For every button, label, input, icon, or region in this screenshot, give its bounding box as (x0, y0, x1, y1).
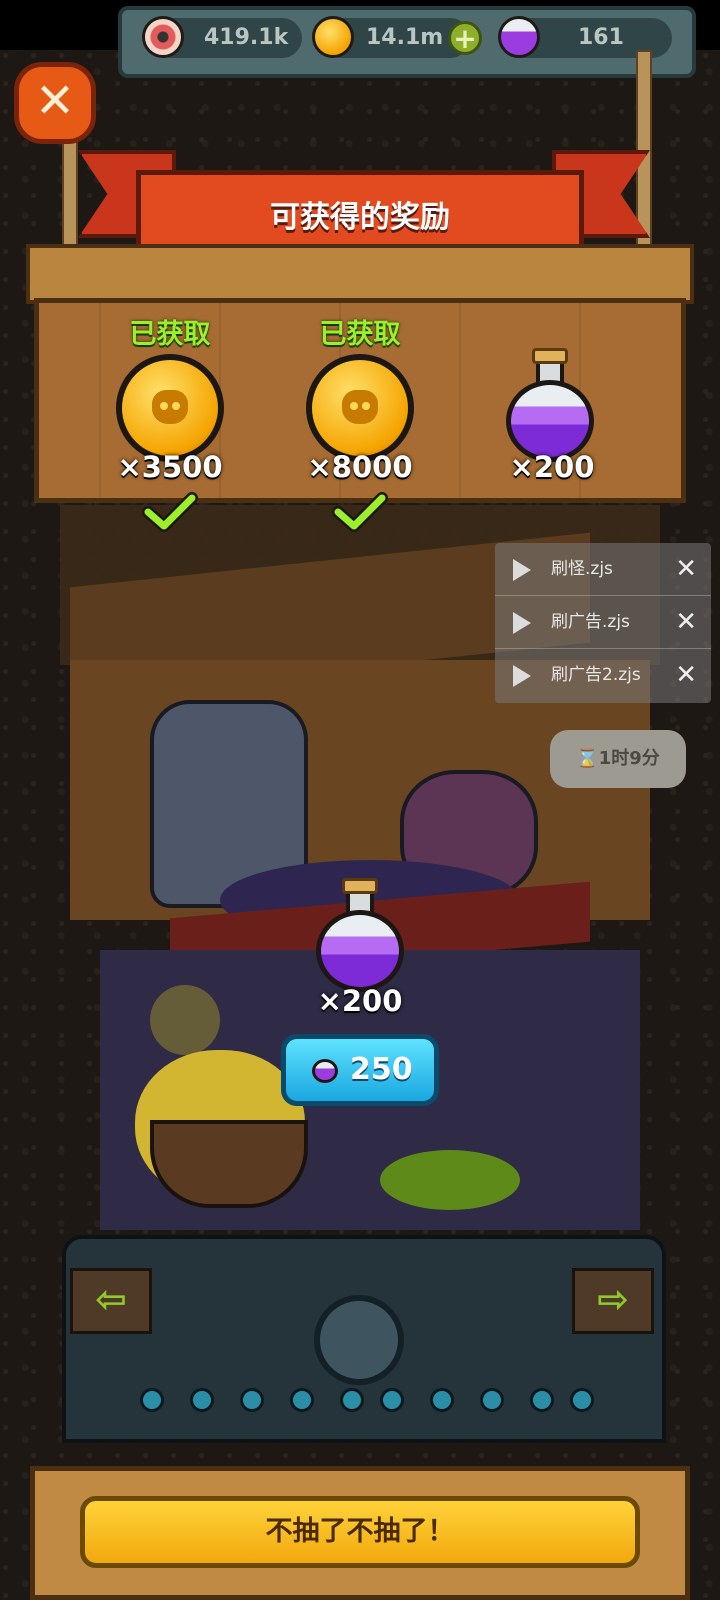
script-item[interactable]: 刷广告2.zjs ✕ (495, 649, 711, 701)
potion-icon (498, 16, 540, 58)
potion-value: 161 (578, 25, 624, 50)
resource-bar: 419.1k 14.1m + 161 (118, 6, 696, 78)
slime-monster (380, 1150, 520, 1210)
machine-gear-icon (314, 1295, 404, 1385)
potion-icon (312, 1059, 338, 1083)
board-top (26, 244, 694, 304)
arrow-right-icon[interactable]: ⇨ (572, 1268, 654, 1334)
eye-resource: 419.1k (142, 16, 302, 58)
reward-2-status: 已获取 (319, 319, 401, 350)
indicator-light (380, 1388, 404, 1412)
lamp-glow (150, 985, 220, 1055)
script-name: 刷广告2.zjs (551, 665, 641, 685)
indicator-light (140, 1388, 164, 1412)
close-icon[interactable]: ✕ (675, 649, 697, 701)
check-icon (142, 492, 198, 532)
arrow-left-icon[interactable]: ⇦ (70, 1268, 152, 1334)
check-icon (332, 492, 388, 532)
close-icon[interactable]: ✕ (675, 543, 697, 595)
play-icon[interactable] (513, 665, 531, 687)
script-item[interactable]: 刷广告.zjs ✕ (495, 596, 711, 649)
indicator-light (480, 1388, 504, 1412)
reward-1-status: 已获取 (129, 319, 211, 350)
coin-reward-icon (306, 354, 414, 462)
coin-reward-icon (116, 354, 224, 462)
timer-bubble: ⌛1时9分 (550, 730, 686, 788)
play-icon[interactable] (513, 559, 531, 581)
script-panel: 刷怪.zjs ✕ 刷广告.zjs ✕ 刷广告2.zjs ✕ (495, 543, 711, 703)
indicator-light (570, 1388, 594, 1412)
coin-icon (312, 16, 354, 58)
coin-value: 14.1m (366, 25, 444, 50)
indicator-light (530, 1388, 554, 1412)
buy-button[interactable]: 250 (281, 1034, 439, 1106)
close-icon[interactable]: ✕ (675, 596, 697, 648)
indicator-light (190, 1388, 214, 1412)
reward-2-quantity: ×8000 (307, 450, 413, 484)
eye-value: 419.1k (204, 25, 289, 50)
indicator-light (430, 1388, 454, 1412)
script-item[interactable]: 刷怪.zjs ✕ (495, 543, 711, 596)
script-name: 刷怪.zjs (551, 559, 613, 579)
close-button[interactable]: ✕ (14, 62, 96, 144)
indicator-light (290, 1388, 314, 1412)
quit-button[interactable]: 不抽了不抽了！ (80, 1496, 640, 1568)
close-icon: ✕ (34, 73, 76, 129)
play-icon[interactable] (513, 612, 531, 634)
offer-quantity: ×200 (317, 984, 403, 1018)
eye-icon (142, 16, 184, 58)
cauldron (150, 1120, 308, 1208)
price-label: 250 (350, 1052, 413, 1087)
indicator-light (340, 1388, 364, 1412)
script-name: 刷广告.zjs (551, 612, 630, 632)
add-coin-button[interactable]: + (448, 21, 482, 55)
reward-3-quantity: ×200 (509, 450, 595, 484)
indicator-light (240, 1388, 264, 1412)
potion-reward-icon (502, 348, 598, 462)
reward-1-quantity: ×3500 (117, 450, 223, 484)
offer-potion-icon (312, 878, 408, 992)
